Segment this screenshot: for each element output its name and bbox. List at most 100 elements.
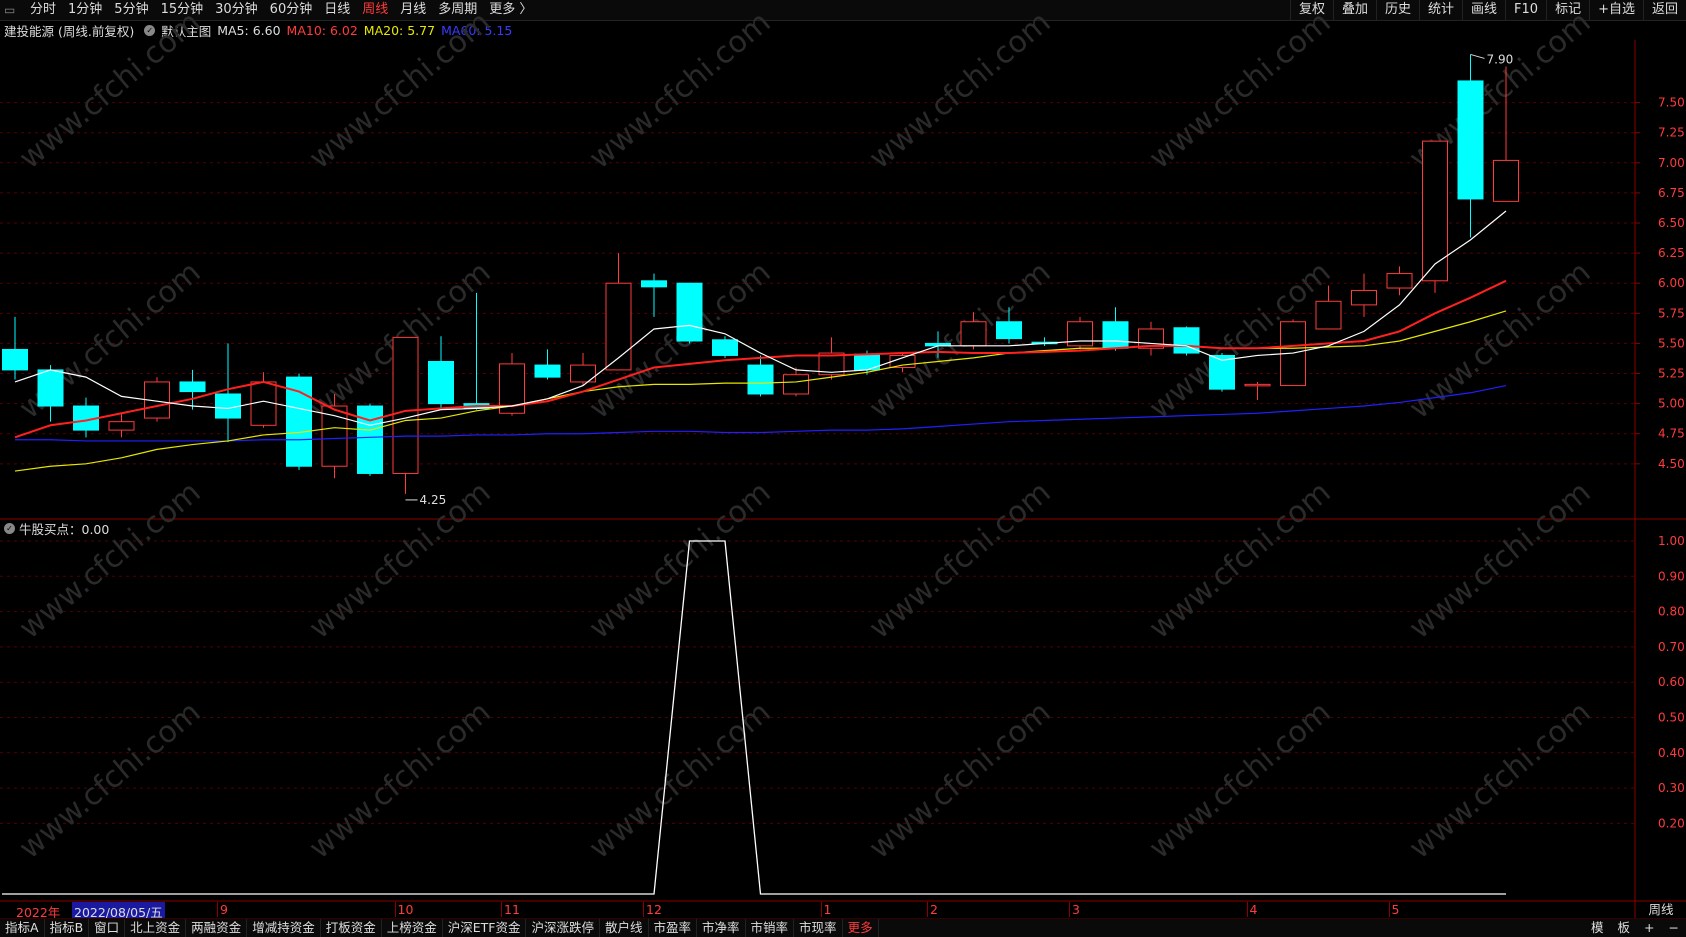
candle [321,393,348,479]
candle-body-up [108,421,135,431]
candle [250,372,277,428]
candle [1386,266,1413,296]
watermark-text: www.cfchi.com [1403,695,1598,866]
bottom-right-btn-1[interactable]: 板 [1611,919,1638,937]
candle [463,292,490,410]
candle-body-up [1315,300,1342,330]
candle-body-down [428,360,454,405]
bottom-right-btn-3[interactable]: − [1662,919,1686,937]
indicator-label: 0.80 [1658,605,1685,619]
month-label-3: 12 [643,902,662,917]
price-label: 4.75 [1658,427,1685,441]
candle-body-down [286,376,312,467]
candle-body-down [2,348,28,371]
candle-body-up [392,336,419,474]
candle [1138,321,1164,356]
month-label-2: 11 [501,902,520,917]
bottom-right-btn-2[interactable]: + [1637,919,1661,937]
candle [570,353,596,386]
bottom-tab-10[interactable]: 散户线 [600,919,649,937]
candle-body-up [1244,383,1271,387]
indicator-label: 0.40 [1658,746,1685,760]
bottom-tab-5[interactable]: 增减持资金 [247,919,321,937]
candle-body-down [676,282,703,342]
indicator-label: 0.50 [1658,711,1685,725]
bottom-tab-8[interactable]: 沪深ETF资金 [443,919,527,937]
candle-body-down [215,393,241,419]
candle [357,403,383,476]
bottom-tab-2[interactable]: 窗口 [89,919,126,937]
price-label: 6.75 [1658,186,1685,200]
bottom-tab-14[interactable]: 市现率 [794,919,843,937]
watermark-text: www.cfchi.com [863,475,1058,646]
bottom-tab-9[interactable]: 沪深涨跌停 [526,919,600,937]
candle [1422,140,1448,293]
bottom-tab-3[interactable]: 北上资金 [125,919,187,937]
candle-body-up [960,321,987,347]
bottom-tab-15[interactable]: 更多 [843,919,879,937]
candle [534,349,561,380]
candle-body-up [605,282,632,371]
watermark-text: www.cfchi.com [863,5,1058,176]
candle-body-down [357,405,383,474]
candle-body-up [1351,289,1377,306]
bottom-tab-1[interactable]: 指标B [45,919,90,937]
bottom-right-btn-0[interactable]: 模 [1584,919,1611,937]
price-label: 5.25 [1658,367,1685,381]
low-price-label: 4.25 [420,493,447,507]
price-label: 4.50 [1658,457,1685,471]
price-label: 5.75 [1658,306,1685,320]
indicator-toggle-icon[interactable]: ✓ [4,522,15,534]
price-label: 7.50 [1658,96,1685,110]
bottom-tab-4[interactable]: 两融资金 [186,919,248,937]
candle-body-up [1422,140,1448,282]
candle [747,355,774,397]
candle-body-down [712,339,738,356]
candle [676,282,703,344]
price-label: 6.25 [1658,246,1685,260]
indicator-label: 0.70 [1658,640,1685,654]
month-label-1: 10 [394,902,413,917]
candle [2,316,28,380]
watermark-text: www.cfchi.com [1143,475,1338,646]
bottom-tab-7[interactable]: 上榜资金 [382,919,443,937]
indicator-label: 0.60 [1658,675,1685,689]
candle-body-up [783,374,809,395]
watermark-text: www.cfchi.com [583,695,778,866]
candle-body-down [37,369,64,407]
bottom-right-controls: 模板 + − [1584,919,1686,937]
bottom-tab-11[interactable]: 市盈率 [649,919,698,937]
indicator-header: ✓ 牛股买点：0.00 [0,520,110,537]
watermark-text: www.cfchi.com [303,695,498,866]
watermark-text: www.cfchi.com [1143,695,1338,866]
high-price-label: 7.90 [1487,52,1514,66]
candle [1173,326,1200,356]
bottom-tab-0[interactable]: 指标A [0,919,45,937]
watermark-text: www.cfchi.com [303,475,498,646]
period-tag: 周线 [1648,902,1674,917]
candle [144,377,170,422]
indicator-label: 0.90 [1658,569,1685,583]
kline-chart[interactable]: 7.50 7.25 7.00 6.75 6.50 6.25 6.00 5.75 5.50 5.25… [0,0,1686,936]
candle [1067,316,1093,350]
bottom-tab-12[interactable]: 市净率 [697,919,746,937]
indicator-label: 0.30 [1658,781,1685,795]
watermark-text: www.cfchi.com [583,475,778,646]
month-label-6: 3 [1069,902,1080,917]
bottom-tab-6[interactable]: 打板资金 [321,919,382,937]
price-label: 6.00 [1658,276,1685,290]
watermark-text: www.cfchi.com [1143,255,1338,426]
candle-body-down [996,321,1022,340]
candle [712,336,738,358]
watermark-text: www.cfchi.com [583,5,778,176]
watermark-text: www.cfchi.com [863,695,1058,866]
indicator-label: 牛股买点：0.00 [19,521,110,537]
price-label: 5.50 [1658,336,1685,350]
candle-body-down [1457,80,1484,200]
candle-body-down [747,364,774,395]
watermark-text: www.cfchi.com [13,5,208,176]
watermark-text: www.cfchi.com [303,5,498,176]
candle-body-down [179,381,206,393]
month-label-8: 5 [1388,902,1399,917]
bottom-tab-13[interactable]: 市销率 [746,919,795,937]
